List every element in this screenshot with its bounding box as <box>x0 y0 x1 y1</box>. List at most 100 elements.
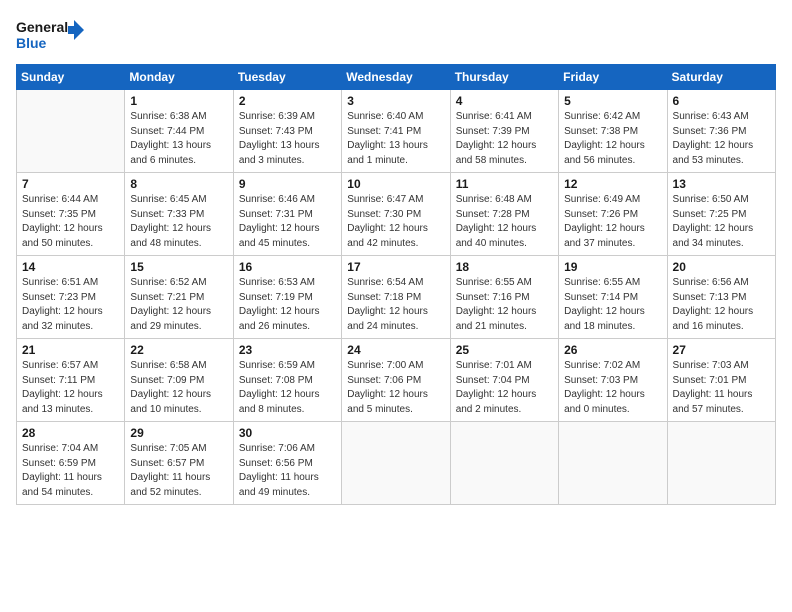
daylight-hours: Daylight: 12 hours and 5 minutes. <box>347 389 428 415</box>
sunrise-time: Sunrise: 6:43 AM <box>673 111 749 122</box>
day-number: 15 <box>130 260 227 274</box>
day-info: Sunrise: 6:54 AMSunset: 7:18 PMDaylight:… <box>347 276 444 334</box>
day-number: 20 <box>673 260 770 274</box>
sunset-time: Sunset: 7:43 PM <box>239 126 313 137</box>
day-info: Sunrise: 7:06 AMSunset: 6:56 PMDaylight:… <box>239 442 336 500</box>
daylight-hours: Daylight: 13 hours and 6 minutes. <box>130 140 211 166</box>
sunrise-time: Sunrise: 7:02 AM <box>564 360 640 371</box>
daylight-hours: Daylight: 12 hours and 50 minutes. <box>22 223 103 249</box>
calendar-week-row: 7 Sunrise: 6:44 AMSunset: 7:35 PMDaylight… <box>17 173 776 256</box>
sunset-time: Sunset: 6:56 PM <box>239 458 313 469</box>
sunset-time: Sunset: 7:44 PM <box>130 126 204 137</box>
sunrise-time: Sunrise: 6:51 AM <box>22 277 98 288</box>
calendar-cell: 27Sunrise: 7:03 AMSunset: 7:01 PMDayligh… <box>667 339 775 422</box>
calendar-cell <box>667 422 775 505</box>
day-info: Sunrise: 6:51 AMSunset: 7:23 PMDaylight:… <box>22 276 119 334</box>
daylight-hours: Daylight: 12 hours and 32 minutes. <box>22 306 103 332</box>
calendar-cell: 6 Sunrise: 6:43 AMSunset: 7:36 PMDaylight… <box>667 90 775 173</box>
weekday-header: Tuesday <box>233 65 341 90</box>
sunset-time: Sunset: 7:03 PM <box>564 375 638 386</box>
calendar-week-row: 21Sunrise: 6:57 AMSunset: 7:11 PMDayligh… <box>17 339 776 422</box>
day-info: Sunrise: 6:38 AMSunset: 7:44 PMDaylight:… <box>130 110 227 168</box>
daylight-hours: Daylight: 12 hours and 13 minutes. <box>22 389 103 415</box>
sunrise-time: Sunrise: 6:40 AM <box>347 111 423 122</box>
calendar-cell: 18Sunrise: 6:55 AMSunset: 7:16 PMDayligh… <box>450 256 558 339</box>
daylight-hours: Daylight: 12 hours and 37 minutes. <box>564 223 645 249</box>
sunrise-time: Sunrise: 6:48 AM <box>456 194 532 205</box>
daylight-hours: Daylight: 12 hours and 42 minutes. <box>347 223 428 249</box>
sunset-time: Sunset: 7:26 PM <box>564 209 638 220</box>
day-info: Sunrise: 6:47 AMSunset: 7:30 PMDaylight:… <box>347 193 444 251</box>
logo-svg: General Blue <box>16 16 86 56</box>
day-info: Sunrise: 6:43 AMSunset: 7:36 PMDaylight:… <box>673 110 770 168</box>
calendar-week-row: 1Sunrise: 6:38 AMSunset: 7:44 PMDaylight… <box>17 90 776 173</box>
day-info: Sunrise: 6:44 AMSunset: 7:35 PMDaylight:… <box>22 193 119 251</box>
daylight-hours: Daylight: 13 hours and 1 minute. <box>347 140 428 166</box>
day-info: Sunrise: 6:58 AMSunset: 7:09 PMDaylight:… <box>130 359 227 417</box>
sunrise-time: Sunrise: 6:54 AM <box>347 277 423 288</box>
sunset-time: Sunset: 7:19 PM <box>239 292 313 303</box>
sunrise-time: Sunrise: 6:41 AM <box>456 111 532 122</box>
sunrise-time: Sunrise: 6:53 AM <box>239 277 315 288</box>
day-number: 7 <box>22 177 119 191</box>
sunset-time: Sunset: 7:08 PM <box>239 375 313 386</box>
calendar-cell <box>342 422 450 505</box>
daylight-hours: Daylight: 12 hours and 0 minutes. <box>564 389 645 415</box>
day-number: 30 <box>239 426 336 440</box>
sunrise-time: Sunrise: 7:04 AM <box>22 443 98 454</box>
sunset-time: Sunset: 7:13 PM <box>673 292 747 303</box>
sunset-time: Sunset: 7:16 PM <box>456 292 530 303</box>
daylight-hours: Daylight: 12 hours and 16 minutes. <box>673 306 754 332</box>
day-number: 18 <box>456 260 553 274</box>
calendar-cell <box>17 90 125 173</box>
sunset-time: Sunset: 7:28 PM <box>456 209 530 220</box>
calendar-cell <box>450 422 558 505</box>
calendar-cell: 11Sunrise: 6:48 AMSunset: 7:28 PMDayligh… <box>450 173 558 256</box>
day-info: Sunrise: 7:02 AM Sunset: 7:03 PM Daylight:… <box>564 359 661 417</box>
sunset-time: Sunset: 7:04 PM <box>456 375 530 386</box>
calendar-cell <box>559 422 667 505</box>
sunset-time: Sunset: 7:33 PM <box>130 209 204 220</box>
day-info: Sunrise: 6:53 AMSunset: 7:19 PMDaylight:… <box>239 276 336 334</box>
sunrise-time: Sunrise: 7:01 AM <box>456 360 532 371</box>
calendar-cell: 9Sunrise: 6:46 AMSunset: 7:31 PMDaylight… <box>233 173 341 256</box>
sunrise-time: Sunrise: 6:49 AM <box>564 194 640 205</box>
sunset-time: Sunset: 7:30 PM <box>347 209 421 220</box>
weekday-header: Friday <box>559 65 667 90</box>
calendar-cell: 25Sunrise: 7:01 AMSunset: 7:04 PMDayligh… <box>450 339 558 422</box>
calendar-week-row: 14 Sunrise: 6:51 AMSunset: 7:23 PMDayligh… <box>17 256 776 339</box>
day-number: 9 <box>239 177 336 191</box>
sunrise-time: Sunrise: 6:55 AM <box>456 277 532 288</box>
calendar-cell: 20 Sunrise: 6:56 AMSunset: 7:13 PMDayligh… <box>667 256 775 339</box>
daylight-hours: Daylight: 12 hours and 2 minutes. <box>456 389 537 415</box>
daylight-hours: Daylight: 11 hours and 54 minutes. <box>22 472 102 498</box>
day-number: 17 <box>347 260 444 274</box>
calendar-cell: 2Sunrise: 6:39 AMSunset: 7:43 PMDaylight… <box>233 90 341 173</box>
day-info: Sunrise: 7:00 AMSunset: 7:06 PMDaylight:… <box>347 359 444 417</box>
daylight-hours: Daylight: 11 hours and 52 minutes. <box>130 472 210 498</box>
daylight-hours: Daylight: 12 hours and 10 minutes. <box>130 389 211 415</box>
sunrise-time: Sunrise: 6:44 AM <box>22 194 98 205</box>
sunrise-time: Sunrise: 6:52 AM <box>130 277 206 288</box>
weekday-header: Thursday <box>450 65 558 90</box>
calendar-cell: 1Sunrise: 6:38 AMSunset: 7:44 PMDaylight… <box>125 90 233 173</box>
day-number: 3 <box>347 94 444 108</box>
day-number: 11 <box>456 177 553 191</box>
day-info: Sunrise: 6:56 AMSunset: 7:13 PMDaylight:… <box>673 276 770 334</box>
day-number: 6 <box>673 94 770 108</box>
daylight-hours: Daylight: 11 hours and 49 minutes. <box>239 472 319 498</box>
sunset-time: Sunset: 7:01 PM <box>673 375 747 386</box>
day-info: Sunrise: 6:49 AM Sunset: 7:26 PM Daylight:… <box>564 193 661 251</box>
calendar-cell: 8Sunrise: 6:45 AMSunset: 7:33 PMDaylight… <box>125 173 233 256</box>
day-info: Sunrise: 6:59 AMSunset: 7:08 PMDaylight:… <box>239 359 336 417</box>
sunrise-time: Sunrise: 6:39 AM <box>239 111 315 122</box>
calendar-cell: 19Sunrise: 6:55 AMSunset: 7:14 PMDayligh… <box>559 256 667 339</box>
sunset-time: Sunset: 7:38 PM <box>564 126 638 137</box>
calendar-cell: 5Sunrise: 6:42 AMSunset: 7:38 PMDaylight… <box>559 90 667 173</box>
sunset-time: Sunset: 7:25 PM <box>673 209 747 220</box>
day-number: 19 <box>564 260 661 274</box>
day-number: 10 <box>347 177 444 191</box>
day-info: Sunrise: 6:40 AMSunset: 7:41 PMDaylight:… <box>347 110 444 168</box>
sunrise-time: Sunrise: 7:05 AM <box>130 443 206 454</box>
day-number: 14 <box>22 260 119 274</box>
